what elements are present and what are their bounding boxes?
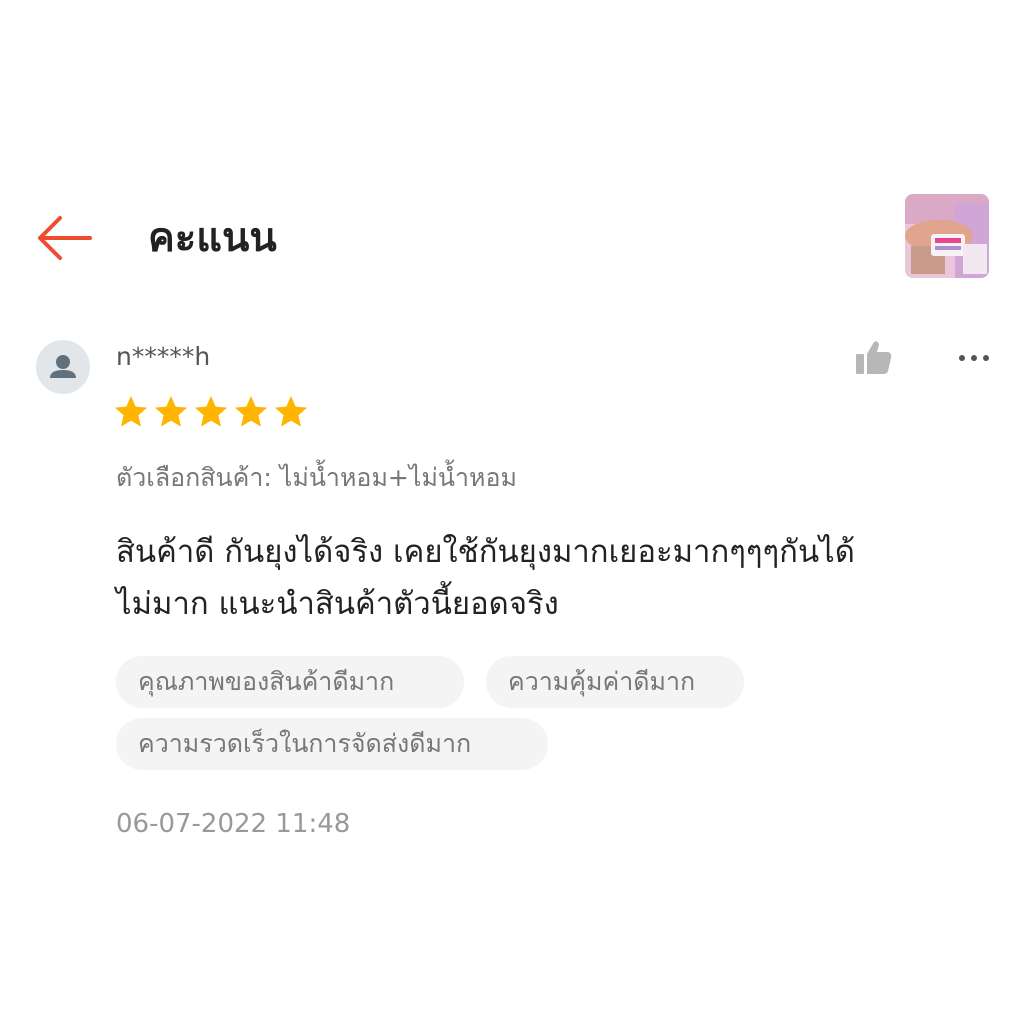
header: คะแนน — [0, 190, 1024, 285]
star-icon — [275, 396, 307, 427]
avatar[interactable] — [36, 340, 90, 394]
review-tag: คุณภาพของสินค้าดีมาก — [116, 656, 464, 708]
star-icon — [155, 396, 187, 427]
arrow-left-icon — [38, 216, 92, 260]
review-page: คะแนน n*****h ตัวเลือกสินค้า: ไม่น้ำหอม+… — [0, 0, 1024, 1024]
review-comment: สินค้าดี กันยุงได้จริง เคยใช้กันยุงมากเย… — [116, 526, 986, 630]
review-tag: ความรวดเร็วในการจัดส่งดีมาก — [116, 718, 548, 770]
star-icon — [235, 396, 267, 427]
review-comment-line: สินค้าดี กันยุงได้จริง เคยใช้กันยุงมากเย… — [116, 534, 855, 570]
review-comment-line: ไม่มาก แนะนำสินค้าตัวนี้ยอดจริง — [116, 586, 559, 622]
star-rating — [113, 394, 309, 434]
thumbs-up-icon — [856, 341, 892, 374]
star-icon — [115, 396, 147, 427]
review-tag: ความคุ้มค่าดีมาก — [486, 656, 744, 708]
page-title: คะแนน — [148, 215, 277, 261]
more-horizontal-icon — [959, 355, 989, 361]
product-thumbnail[interactable] — [905, 194, 989, 278]
product-variant: ตัวเลือกสินค้า: ไม่น้ำหอม+ไม่น้ำหอม — [116, 463, 518, 492]
star-icon — [195, 396, 227, 427]
reviewer-username: n*****h — [116, 342, 211, 371]
user-icon — [50, 355, 76, 378]
review-timestamp: 06-07-2022 11:48 — [116, 809, 351, 839]
more-options-button[interactable] — [956, 348, 992, 368]
back-button[interactable] — [30, 210, 96, 266]
product-image — [905, 194, 989, 278]
like-button[interactable] — [852, 338, 896, 378]
